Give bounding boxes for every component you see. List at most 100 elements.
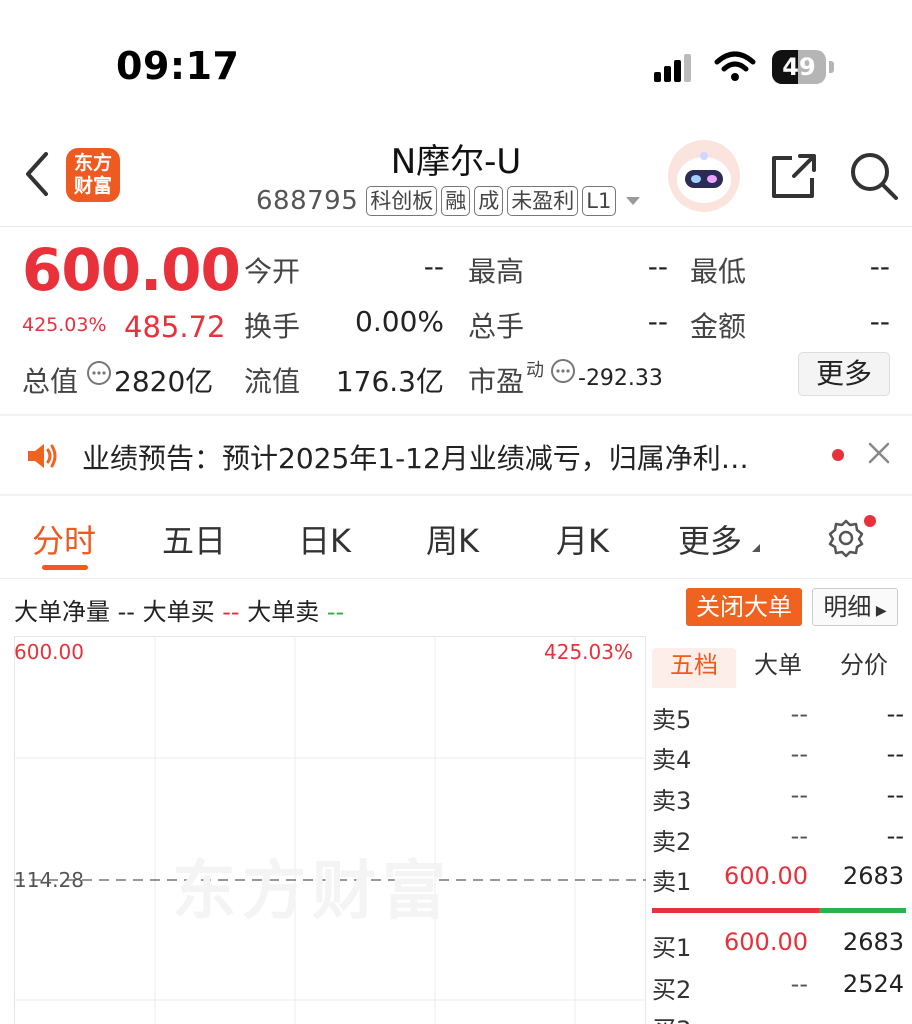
caret-down-icon[interactable] (626, 197, 641, 205)
wifi-icon (714, 51, 756, 81)
stock-code-row[interactable]: 688795 科创板 融 成 未盈利 L1 (256, 186, 641, 216)
ask-label: 卖5 (652, 706, 692, 734)
pe-superscript: 动 (526, 360, 544, 381)
bid-price: 600.00 (724, 928, 808, 956)
turnover-value: 0.00% (355, 305, 444, 338)
tab-intraday[interactable]: 分时 (32, 516, 96, 562)
watermark: 东方财富 (172, 855, 452, 929)
ask-label: 卖1 (652, 868, 692, 896)
amount-value: -- (869, 305, 890, 338)
ask-volume: -- (886, 700, 904, 728)
ask-volume: 2683 (842, 862, 904, 890)
ask-volume: -- (886, 822, 904, 850)
detail-label: 明细 (823, 593, 872, 621)
caret-icon (752, 544, 760, 552)
bid-row: 买2 -- 2524 (652, 970, 906, 1010)
amount-label: 金额 (690, 310, 747, 343)
low-label: 最低 (690, 255, 747, 288)
share-icon[interactable] (768, 152, 820, 202)
battery-icon: 49 (772, 50, 826, 84)
buy-sell-ratio-bar (652, 908, 906, 913)
earnings-notice-text[interactable]: 业绩预告：预计2025年1-12月业绩减亏，归属净利… (82, 437, 749, 477)
volume-label: 总手 (468, 310, 525, 343)
speaker-icon (28, 444, 57, 468)
status-time: 09:17 (116, 44, 240, 88)
settings-badge-dot (864, 515, 876, 527)
detail-button[interactable]: 明细 ▶ (812, 588, 898, 626)
ask-label: 卖3 (652, 787, 692, 815)
tab-active-indicator (42, 565, 88, 570)
ask-price: -- (790, 700, 808, 728)
open-value: -- (423, 250, 444, 283)
bid-label: 买2 (652, 976, 692, 1004)
ask-label: 卖4 (652, 746, 692, 774)
info-icon[interactable] (86, 360, 112, 386)
pe-label: 市盈 (468, 365, 525, 398)
back-arrow-icon[interactable] (24, 150, 50, 198)
tag-unprofitable: 未盈利 (507, 186, 579, 216)
turnover-label: 换手 (244, 310, 301, 343)
ask-row: 卖2 -- -- (652, 822, 906, 862)
gear-icon[interactable] (826, 518, 866, 558)
ask-price: 600.00 (724, 862, 808, 890)
ask-price: -- (790, 822, 808, 850)
pe-info-icon[interactable] (550, 358, 576, 384)
tab-daily-k[interactable]: 日K (298, 516, 351, 562)
net-volume-label: 大单净量 (14, 598, 110, 626)
volume-value: -- (647, 305, 668, 338)
big-sell-label: 大单卖 (247, 598, 320, 626)
tag-star-market: 科创板 (366, 186, 438, 216)
market-cap-label: 总值 (22, 365, 79, 398)
tab-five-level[interactable]: 五档 (652, 648, 736, 688)
open-label: 今开 (244, 255, 301, 288)
ask-volume: -- (886, 740, 904, 768)
ai-assistant-avatar[interactable] (668, 140, 740, 212)
chart-top-percent: 425.03% (544, 640, 633, 664)
stock-name[interactable]: N摩尔-U (300, 134, 612, 183)
low-value: -- (869, 250, 890, 283)
tab-more[interactable]: 更多 (678, 516, 742, 562)
bid-volume: 2683 (842, 928, 904, 956)
bid-row: 买1 600.00 2683 (652, 928, 906, 968)
app-logo[interactable]: 东方 财富 (66, 148, 120, 202)
tab-five-day[interactable]: 五日 (162, 516, 226, 562)
section-divider (0, 494, 912, 496)
search-icon[interactable] (848, 150, 900, 202)
stock-code: 688795 (256, 186, 359, 216)
more-quote-button[interactable]: 更多 (798, 352, 890, 396)
close-big-order-button[interactable]: 关闭大单 (686, 588, 802, 626)
cellular-signal-icon (654, 54, 691, 82)
logo-text-top: 东方 (73, 152, 112, 174)
market-cap-value: 2820亿 (114, 365, 214, 398)
big-buy-value: -- (222, 598, 240, 626)
tab-monthly-k[interactable]: 月K (556, 516, 609, 562)
section-divider (0, 414, 912, 416)
ask-row: 卖1 600.00 2683 (652, 862, 906, 902)
ask-row: 卖4 -- -- (652, 740, 906, 780)
big-buy-label: 大单买 (142, 598, 215, 626)
chart-top-price: 600.00 (14, 640, 84, 664)
ask-row: 卖3 -- -- (652, 781, 906, 821)
change-percent: 425.03% (22, 314, 107, 336)
section-divider (0, 578, 912, 579)
bid-row: 买3 (652, 1010, 906, 1024)
header-divider (0, 226, 912, 227)
ask-row: 卖5 -- -- (652, 700, 906, 740)
tab-big-order[interactable]: 大单 (744, 648, 812, 688)
tag-constituent: 成 (474, 186, 504, 216)
robot-icon (677, 152, 731, 203)
float-cap-label: 流值 (244, 365, 301, 398)
float-cap-value: 176.3亿 (335, 365, 444, 398)
ask-price: -- (790, 781, 808, 809)
chart-reference-price: 114.28 (14, 868, 84, 892)
intraday-chart[interactable] (14, 636, 646, 1024)
close-icon[interactable] (866, 440, 892, 466)
big-sell-value: -- (326, 598, 345, 626)
tab-weekly-k[interactable]: 周K (426, 516, 479, 562)
tab-price-distribution[interactable]: 分价 (826, 648, 902, 688)
pe-value: -292.33 (578, 366, 663, 391)
bid-volume: 2524 (842, 970, 904, 998)
bid-label: 买1 (652, 934, 692, 962)
bid-label: 买3 (652, 1010, 691, 1024)
tag-margin: 融 (441, 186, 471, 216)
